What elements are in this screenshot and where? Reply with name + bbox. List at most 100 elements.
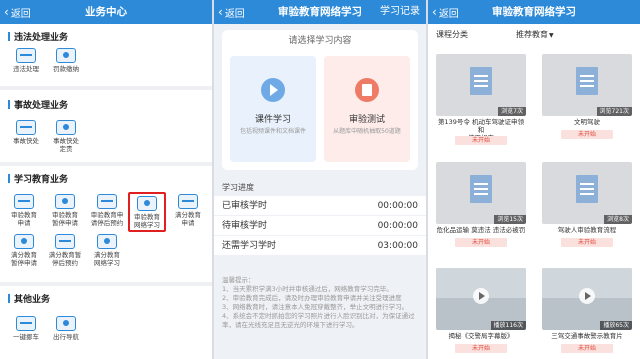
section-title-violation: 违法处理业务 xyxy=(8,30,68,43)
view-count: 浏览15次 xyxy=(494,215,526,224)
play-count: 播放116次 xyxy=(490,321,526,330)
tile-navigation[interactable]: 出行导航 xyxy=(48,316,84,341)
page-title: 审验教育网络学习 xyxy=(492,6,576,18)
view-count: 浏览721次 xyxy=(596,107,632,116)
chevron-left-icon: ‹ xyxy=(4,5,9,19)
car-crash-icon xyxy=(16,120,36,135)
divider xyxy=(0,86,212,90)
pause-icon xyxy=(14,234,34,249)
status-badge: 未开始 xyxy=(455,238,507,247)
play-icon xyxy=(473,288,489,304)
choose-content-title: 请选择学习内容 xyxy=(288,36,352,46)
tile-full-edu-appointment[interactable]: 满分教育暂 停后预约 xyxy=(44,234,86,267)
status-badge: 未开始 xyxy=(561,130,613,139)
page-title: 业务中心 xyxy=(85,6,127,18)
courseware-study-option[interactable]: 课件学习 包括视频课件和文档课件 xyxy=(230,56,316,162)
tile-fine-payment[interactable]: 罚款缴纳 xyxy=(48,48,84,73)
tips: 温馨提示： 1、当天累积学满3小时并审核通过后，网络教育学习完毕。 2、审验教育… xyxy=(222,276,418,330)
option-title: 课件学习 xyxy=(254,115,291,125)
online-learning-screen: ‹ 返回 审验教育网络学习 学习记录 请选择学习内容 课件学习 包括视频课件和文档… xyxy=(214,0,426,359)
course-title: 揭秘《交警局字幕版》 xyxy=(448,332,514,340)
tile-accident-liability[interactable]: 事故快处 定责 xyxy=(48,120,84,153)
chevron-left-icon: ‹ xyxy=(218,5,223,19)
course-card[interactable]: 播放65次 三驾交通事故警示教育片 未开始 xyxy=(542,268,632,359)
play-count: 播放65次 xyxy=(600,321,632,330)
option-desc: 包括视频课件和文档课件 xyxy=(239,128,306,135)
course-thumbnail: 浏览8次 xyxy=(542,162,632,224)
tip-item: 4、系统会不定时抓拍您的学习照片进行人脸识别比对，为保证通过率，请在光线充足且无… xyxy=(222,312,415,329)
play-icon xyxy=(261,78,285,102)
calendar-icon xyxy=(55,234,75,249)
document-icon xyxy=(576,67,598,95)
tip-item: 3、网络教育时，请注意本人免冠穿戴整齐，举止文明进行学习。 xyxy=(222,303,409,311)
form-icon xyxy=(178,194,198,209)
tips-heading: 温馨提示： xyxy=(222,276,255,284)
progress-row: 待审核学时 00:00:00 xyxy=(214,216,426,236)
course-card[interactable]: 播放116次 揭秘《交警局字幕版》 未开始 xyxy=(436,268,526,359)
option-title: 审验测试 xyxy=(348,115,385,125)
course-thumbnail: 播放116次 xyxy=(436,268,526,330)
navigation-icon xyxy=(56,316,76,331)
back-label: 返回 xyxy=(10,8,31,20)
filter-bar: 课程分类 推荐教育▼ xyxy=(428,24,640,46)
chevron-left-icon: ‹ xyxy=(432,5,437,19)
course-title: 驾驶人审验教育流程 xyxy=(557,226,617,234)
course-thumbnail: 浏览7次 xyxy=(436,54,526,116)
progress-row: 还需学习学时 03:00:00 xyxy=(214,236,426,256)
course-thumbnail: 浏览721次 xyxy=(542,54,632,116)
study-record-link[interactable]: 学习记录 xyxy=(380,0,420,24)
sort-filter-label: 推荐教育 xyxy=(516,30,548,39)
option-desc: 从题库中随机抽取50道题 xyxy=(333,128,401,135)
play-icon xyxy=(579,288,595,304)
course-title: 文明驾驶 xyxy=(574,118,600,126)
review-test-option[interactable]: 审验测试 从题库中随机抽取50道题 xyxy=(324,56,410,162)
pause-icon xyxy=(55,194,75,209)
car-icon xyxy=(56,120,76,135)
tip-item: 2、审验教育完成后，请及时办理审验教育申请并关注受理进度 xyxy=(222,294,402,302)
choose-content-card: 请选择学习内容 课件学习 包括视频课件和文档课件 审验测试 从题库中随机抽取50… xyxy=(222,30,418,170)
back-label: 返回 xyxy=(438,8,459,20)
tile-review-edu-appointment[interactable]: 审验教育申 请停后预约 xyxy=(86,194,128,227)
course-category-filter[interactable]: 课程分类 xyxy=(436,24,468,46)
course-card[interactable]: 浏览15次 危化品运输 莫违法 违法必被罚 未开始 xyxy=(436,162,526,258)
business-center-screen: ‹ 返回 业务中心 违法处理业务 违法处理 罚款缴纳 事故处理业务 事故快处 事故… xyxy=(0,0,212,359)
status-badge: 未开始 xyxy=(455,136,507,145)
course-list-screen: ‹ 返回 审验教育网络学习 课程分类 推荐教育▼ 浏览7次 第139号令 机动车驾… xyxy=(428,0,640,359)
tile-full-edu-apply[interactable]: 满分教育 申请 xyxy=(168,194,208,227)
exam-paper-icon xyxy=(355,78,379,102)
course-card[interactable]: 浏览721次 文明驾驶 未开始 xyxy=(542,54,632,150)
status-badge: 未开始 xyxy=(455,344,507,353)
course-title: 危化品运输 莫违法 违法必被罚 xyxy=(436,226,526,234)
move-car-icon xyxy=(16,316,36,331)
back-button[interactable]: ‹ 返回 xyxy=(432,0,459,24)
navbar: ‹ 返回 业务中心 xyxy=(0,0,212,24)
tile-violation-handling[interactable]: 违法处理 xyxy=(8,48,44,73)
status-badge: 未开始 xyxy=(561,238,613,247)
divider xyxy=(0,282,212,286)
progress-title: 学习进度 xyxy=(222,183,254,192)
tile-review-edu-online[interactable]: 审验教育 网络学习 xyxy=(128,192,166,232)
document-icon xyxy=(16,48,36,63)
course-card[interactable]: 浏览7次 第139号令 机动车驾驶证申领和 使用规定 未开始 xyxy=(436,54,526,150)
sort-filter[interactable]: 推荐教育▼ xyxy=(516,24,554,47)
tile-review-edu-pause[interactable]: 审验教育 暂停申请 xyxy=(44,194,86,227)
payment-icon xyxy=(56,48,76,63)
back-button[interactable]: ‹ 返回 xyxy=(218,0,245,24)
tile-full-edu-pause[interactable]: 满分教育 暂停申请 xyxy=(4,234,44,267)
course-title: 三驾交通事故警示教育片 xyxy=(551,332,623,340)
tile-move-car[interactable]: 一键挪车 xyxy=(8,316,44,341)
back-label: 返回 xyxy=(224,8,245,20)
view-count: 浏览7次 xyxy=(498,107,526,116)
status-badge: 未开始 xyxy=(561,344,613,353)
document-icon xyxy=(576,175,598,203)
tile-accident-quick[interactable]: 事故快处 xyxy=(8,120,44,145)
back-button[interactable]: ‹ 返回 xyxy=(4,0,31,24)
navbar: ‹ 返回 审验教育网络学习 学习记录 xyxy=(214,0,426,24)
divider xyxy=(0,162,212,166)
calendar-icon xyxy=(97,194,117,209)
tile-review-edu-apply[interactable]: 审验教育 申请 xyxy=(4,194,44,227)
progress-row: 已审核学时 00:00:00 xyxy=(214,196,426,216)
tile-full-edu-online[interactable]: 满分教育 网络学习 xyxy=(86,234,128,267)
course-card[interactable]: 浏览8次 驾驶人审验教育流程 未开始 xyxy=(542,162,632,258)
form-icon xyxy=(14,194,34,209)
